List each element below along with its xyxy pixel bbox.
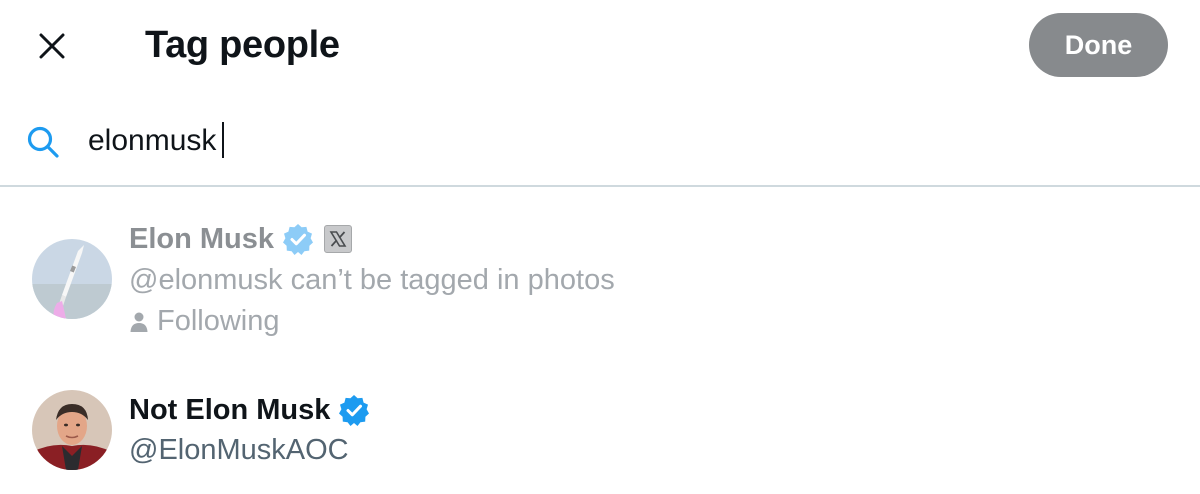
following-label: Following xyxy=(157,305,280,337)
tag-people-dialog: Tag people Done Elon Musk xyxy=(0,0,1200,494)
verified-badge-icon xyxy=(339,395,370,426)
search-input[interactable] xyxy=(88,119,1168,163)
user-name: Not Elon Musk xyxy=(129,393,331,426)
search-icon xyxy=(27,126,59,158)
list-item[interactable]: Not Elon Musk @ElonMuskAOC xyxy=(0,375,1200,494)
user-name: Elon Musk xyxy=(129,222,275,255)
dialog-header: Tag people Done xyxy=(0,0,1200,92)
avatar xyxy=(32,239,112,319)
person-icon xyxy=(130,312,148,332)
text-cursor xyxy=(222,122,224,158)
x-logo-icon xyxy=(324,225,353,253)
page-title: Tag people xyxy=(145,24,340,66)
close-icon xyxy=(39,33,65,59)
close-button[interactable] xyxy=(22,16,82,76)
done-button[interactable]: Done xyxy=(1029,13,1168,77)
user-name-row: Not Elon Musk xyxy=(129,390,370,430)
list-item[interactable]: Elon Musk @elonmusk can’t be tagged in p… xyxy=(0,205,1200,355)
avatar xyxy=(32,390,112,470)
user-handle: @ElonMuskAOC xyxy=(129,434,349,466)
tag-restriction-notice: @elonmusk can’t be tagged in photos xyxy=(129,264,615,296)
verified-badge-icon xyxy=(283,224,314,255)
following-indicator: Following xyxy=(129,305,280,338)
user-name-row: Elon Musk xyxy=(129,219,353,259)
search-bar xyxy=(0,97,1200,187)
